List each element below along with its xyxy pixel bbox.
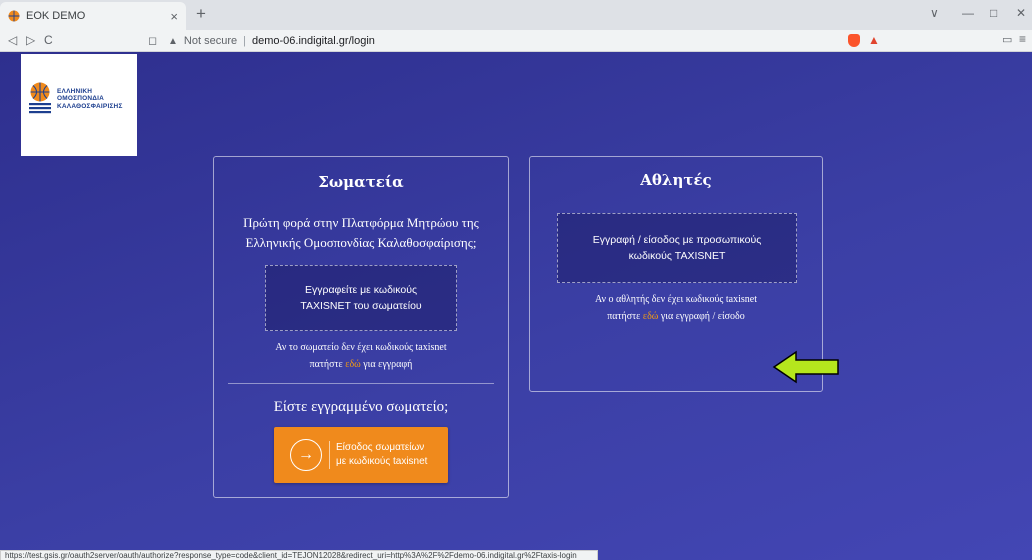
clubs-intro-line-2: Ελληνικής Ομοσπονδίας Καλαθοσφαίρισης; xyxy=(245,235,477,250)
athletes-register-line-2: κωδικούς TAXISNET xyxy=(628,250,726,262)
clubs-taxisnet-register-button[interactable]: Εγγραφείτε με κωδικούς TAXISNET του σωμα… xyxy=(265,265,457,331)
athletes-no-taxis-prefix: πατήστε xyxy=(607,311,641,322)
athletes-no-taxis-note: Αν ο αθλητής δεν έχει κωδικούς taxisnet … xyxy=(530,291,822,325)
clubs-login-label: Είσοδος σωματείων με κωδικούς taxisnet xyxy=(329,441,427,469)
clubs-taxisnet-login-button[interactable]: → Είσοδος σωματείων με κωδικούς taxisnet xyxy=(274,427,448,483)
clubs-register-line-2: TAXISNET του σωματείου xyxy=(300,300,422,312)
menu-icon[interactable]: ≡ xyxy=(1019,32,1026,46)
basketball-favicon-icon xyxy=(8,10,20,22)
logo-line-1: ΕΛΛΗΝΙΚΗ xyxy=(57,87,93,95)
window-close-icon[interactable]: ✕ xyxy=(1016,6,1026,20)
clubs-no-taxis-note: Αν το σωματείο δεν έχει κωδικούς taxisne… xyxy=(214,339,508,373)
new-tab-icon[interactable]: + xyxy=(196,4,206,24)
address-bar[interactable]: ▲ Not secure | demo-06.indigital.gr/logi… xyxy=(168,33,838,49)
logo-line-2: ΟΜΟΣΠΟΝΔΙΑ xyxy=(57,95,105,103)
clubs-no-taxis-prefix: πατήστε xyxy=(309,359,343,370)
bookmark-icon[interactable]: ◻ xyxy=(148,34,157,47)
forward-icon[interactable]: ▷ xyxy=(26,33,35,47)
tab-title: EOK DEMO xyxy=(26,10,86,22)
athletes-register-line-1: Εγγραφή / είσοδος με προσωπικούς xyxy=(592,234,762,246)
warning-icon: ▲ xyxy=(168,35,178,47)
arrow-right-circle-icon: → xyxy=(290,439,322,471)
maximize-icon[interactable]: □ xyxy=(990,6,997,20)
reload-icon[interactable]: C xyxy=(44,33,53,47)
green-arrow-icon xyxy=(772,350,839,384)
tab-close-icon[interactable]: × xyxy=(170,9,178,24)
logo-text: ΕΛΛΗΝΙΚΗ ΟΜΟΣΠΟΝΔΙΑ ΚΑΛΑΘΟΣΦΑΙΡΙΣΗΣ xyxy=(57,88,123,111)
clubs-intro-line-1: Πρώτη φορά στην Πλατφόρμα Μητρώου της xyxy=(243,215,479,230)
clubs-register-line-1: Εγγραφείτε με κωδικούς xyxy=(304,284,418,296)
brave-shields-icon[interactable] xyxy=(848,34,860,47)
basketball-logo-icon xyxy=(29,82,51,114)
clubs-register-here-link[interactable]: εδώ xyxy=(345,359,361,370)
brave-rewards-icon[interactable]: ▲ xyxy=(868,33,880,47)
browser-tab-bar: EOK DEMO × + ∨ — □ ✕ xyxy=(0,0,1032,30)
clubs-divider xyxy=(228,383,494,384)
clubs-no-taxis-line-1: Αν το σωματείο δεν έχει κωδικούς taxisne… xyxy=(275,342,447,353)
minimize-icon[interactable]: — xyxy=(962,6,974,20)
clubs-registered-title: Είστε εγγραμμένο σωματείο; xyxy=(273,399,449,415)
federation-logo[interactable]: ΕΛΛΗΝΙΚΗ ΟΜΟΣΠΟΝΔΙΑ ΚΑΛΑΘΟΣΦΑΙΡΙΣΗΣ xyxy=(21,54,137,156)
wallet-icon[interactable]: ▭ xyxy=(1002,33,1012,46)
athletes-register-here-link[interactable]: εδώ xyxy=(643,311,659,322)
browser-toolbar: ◁ ▷ C ◻ ▲ Not secure | demo-06.indigital… xyxy=(0,30,1032,52)
back-icon[interactable]: ◁ xyxy=(8,33,17,47)
clubs-no-taxis-suffix: για εγγραφή xyxy=(363,359,413,370)
login-page: ΕΛΛΗΝΙΚΗ ΟΜΟΣΠΟΝΔΙΑ ΚΑΛΑΘΟΣΦΑΙΡΙΣΗΣ Σωμα… xyxy=(0,52,1032,560)
athletes-card-title: Αθλητές xyxy=(640,171,712,189)
url-text: demo-06.indigital.gr/login xyxy=(251,35,375,47)
status-bar: https://test.gsis.gr/oauth2server/oauth/… xyxy=(0,550,598,560)
tab-search-dropdown-icon[interactable]: ∨ xyxy=(930,6,939,20)
athletes-taxisnet-button[interactable]: Εγγραφή / είσοδος με προσωπικούς κωδικού… xyxy=(557,213,797,283)
clubs-login-line-1: Είσοδος σωματείων xyxy=(336,442,425,453)
clubs-intro-text: Πρώτη φορά στην Πλατφόρμα Μητρώου της Ελ… xyxy=(214,213,508,253)
clubs-card-title: Σωματεία xyxy=(318,173,404,191)
athletes-no-taxis-suffix: για εγγραφή / είσοδο xyxy=(660,311,745,322)
browser-tab[interactable]: EOK DEMO × xyxy=(0,2,186,30)
athletes-no-taxis-line-1: Αν ο αθλητής δεν έχει κωδικούς taxisnet xyxy=(595,294,757,305)
security-label: Not secure xyxy=(183,35,238,47)
logo-line-3: ΚΑΛΑΘΟΣΦΑΙΡΙΣΗΣ xyxy=(57,102,123,110)
clubs-login-line-2: με κωδικούς taxisnet xyxy=(336,456,428,467)
address-separator: | xyxy=(243,35,246,47)
clubs-card: Σωματεία Πρώτη φορά στην Πλατφόρμα Μητρώ… xyxy=(213,156,509,498)
